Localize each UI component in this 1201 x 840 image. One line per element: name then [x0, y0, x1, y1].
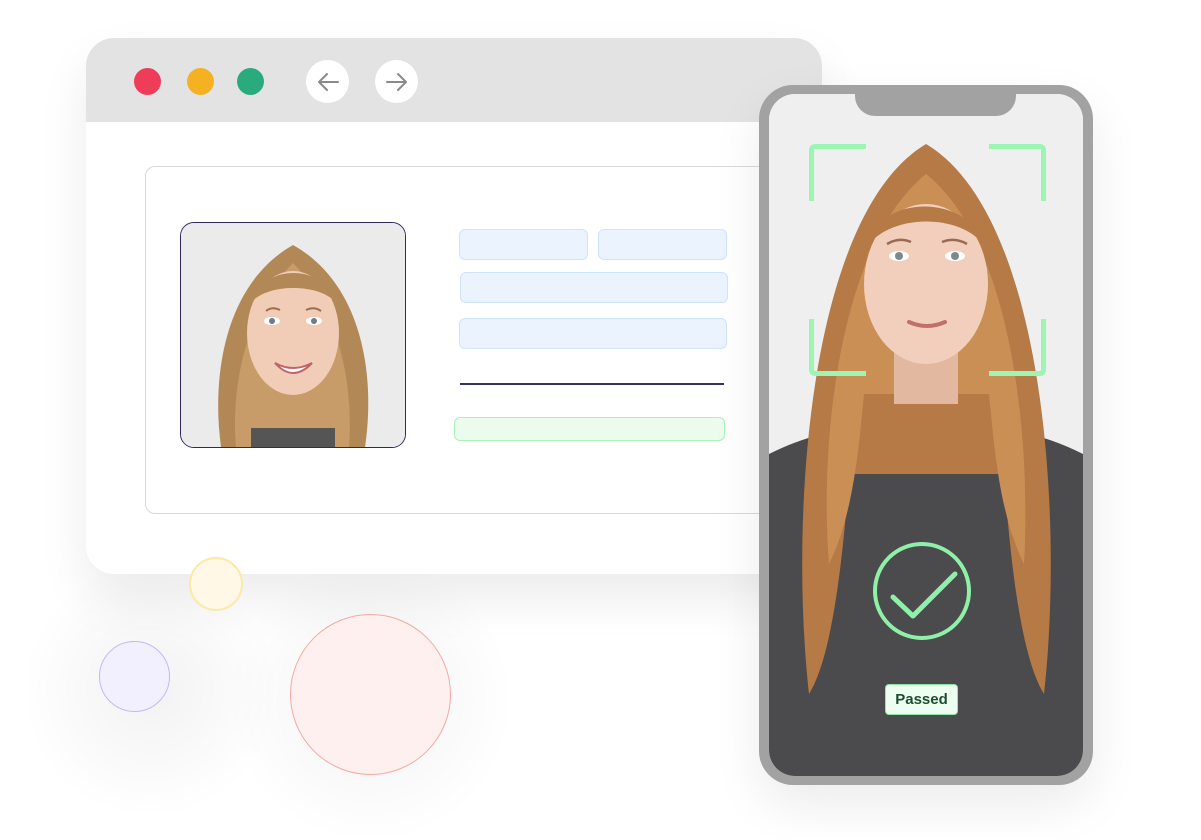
browser-window: [86, 38, 822, 574]
verification-status-bar: [454, 417, 725, 441]
decor-circle-purple: [99, 641, 170, 712]
id-document-card: [145, 166, 787, 514]
form-field: [598, 229, 727, 260]
minimize-window-dot[interactable]: [187, 68, 214, 95]
id-photo: [180, 222, 406, 448]
id-photo-illustration: [181, 223, 405, 447]
phone-device: Passed: [759, 85, 1093, 785]
arrow-left-icon: [317, 72, 339, 91]
browser-titlebar: [86, 38, 822, 122]
forward-button[interactable]: [375, 60, 418, 103]
maximize-window-dot[interactable]: [237, 68, 264, 95]
form-field: [460, 272, 728, 303]
form-field: [459, 229, 588, 260]
scan-frame-corner: [809, 319, 866, 376]
phone-notch: [855, 94, 1016, 116]
decor-circle-yellow: [189, 557, 243, 611]
scan-frame-corner: [809, 144, 866, 201]
form-field: [459, 318, 727, 349]
back-button[interactable]: [306, 60, 349, 103]
signature-line: [460, 383, 724, 385]
phone-screen: Passed: [769, 94, 1083, 776]
scan-frame-corner: [989, 319, 1046, 376]
close-window-dot[interactable]: [134, 68, 161, 95]
scan-frame-corner: [989, 144, 1046, 201]
decor-circle-pink: [290, 614, 451, 775]
passed-badge: Passed: [885, 684, 958, 715]
arrow-right-icon: [385, 72, 407, 91]
check-circle-icon: [873, 542, 971, 640]
